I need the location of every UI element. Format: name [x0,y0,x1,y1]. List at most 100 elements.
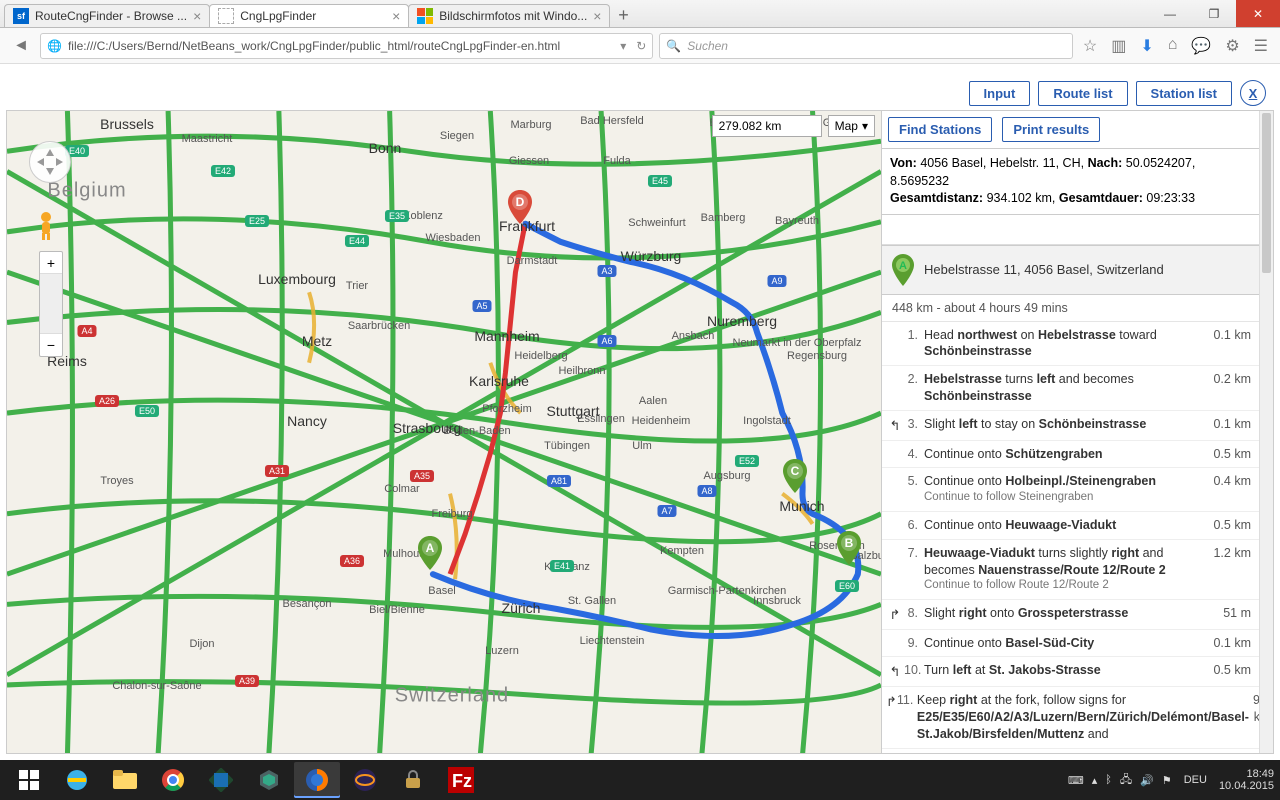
sidebar-scrollbar[interactable] [1259,111,1273,753]
maximize-button[interactable]: ❐ [1192,0,1236,27]
chrome-icon[interactable] [150,762,196,798]
clock-date: 10.04.2015 [1219,780,1274,792]
tab-1[interactable]: CngLpgFinder × [209,4,409,27]
home-icon[interactable]: ⌂ [1168,36,1178,56]
scrollbar-thumb[interactable] [1262,113,1271,273]
clock[interactable]: 18:49 10.04.2015 [1219,768,1274,792]
step-distance: 51 m [1197,605,1251,622]
zoom-in-button[interactable]: + [40,252,62,274]
step-text: Continue onto Holbeinpl./SteinengrabenCo… [924,473,1197,505]
map-marker-C[interactable]: C [783,459,807,493]
reload-icon[interactable]: ↻ [630,39,646,53]
filezilla-icon[interactable]: Fz [438,762,484,798]
step-distance: 0.5 km [1197,662,1251,679]
direction-step[interactable]: ↰10.Turn left at St. Jakobs-Strasse0.5 k… [882,657,1259,687]
route-summary: Von: 4056 Basel, Hebelstr. 11, CH, Nach:… [882,149,1259,215]
map-marker-A[interactable]: A [418,536,442,570]
browser-tabs: sf RouteCngFinder - Browse ... × CngLpgF… [0,0,1148,27]
url-dropdown-icon[interactable]: ▾ [616,39,630,53]
zoom-slider[interactable] [40,274,62,334]
map[interactable]: BrusselsBelgiumMaastrichtBonnKoblenzWies… [7,111,881,753]
find-stations-button[interactable]: Find Stations [888,117,992,142]
close-button[interactable]: ✕ [1236,0,1280,27]
url-text: file:///C:/Users/Bernd/NetBeans_work/Cng… [68,39,616,53]
tab-2[interactable]: Bildschirmfotos mit Windo... × [408,4,610,27]
vbox-icon[interactable] [198,762,244,798]
url-bar[interactable]: 🌐 file:///C:/Users/Bernd/NetBeans_work/C… [40,33,653,59]
direction-step[interactable]: 6.Continue onto Heuwaage-Viadukt0.5 km [882,512,1259,540]
netbeans-icon[interactable] [246,762,292,798]
tab-close-icon[interactable]: × [593,8,601,24]
zoom-out-button[interactable]: − [40,334,62,356]
step-text: Turn left at St. Jakobs-Strasse [924,662,1197,679]
direction-step[interactable]: 9.Continue onto Basel-Süd-City0.1 km [882,630,1259,658]
print-results-button[interactable]: Print results [1002,117,1100,142]
search-box[interactable]: 🔍 Suchen [659,33,1073,59]
step-distance: 0.1 km [1197,635,1251,652]
chat-icon[interactable]: 💬 [1191,36,1211,56]
window-titlebar: sf RouteCngFinder - Browse ... × CngLpgF… [0,0,1280,28]
nach-label: Nach: [1088,156,1123,170]
explorer-icon[interactable] [102,762,148,798]
direction-step[interactable]: 2.Hebelstrasse turns left and becomes Sc… [882,366,1259,411]
direction-step[interactable]: 1.Head northwest on Hebelstrasse toward … [882,322,1259,367]
eclipse-icon[interactable] [342,762,388,798]
map-zoom-control: + − [39,251,63,357]
pegman-icon[interactable] [35,211,57,241]
station-list-button[interactable]: Station list [1136,81,1232,106]
route-start[interactable]: A Hebelstrasse 11, 4056 Basel, Switzerla… [882,245,1259,295]
step-number: 4. [904,446,924,463]
browser-navbar: ◄ 🌐 file:///C:/Users/Bernd/NetBeans_work… [0,28,1280,64]
step-number: 11. [897,692,917,709]
map-type-label: Map [835,119,858,133]
input-button[interactable]: Input [969,81,1031,106]
map-marker-B[interactable]: B [837,531,861,565]
tab-close-icon[interactable]: × [392,8,400,24]
ie-icon[interactable] [54,762,100,798]
map-marker-D[interactable]: D [508,190,532,224]
network-icon[interactable]: 🖧 [1120,771,1132,790]
menu-icon[interactable]: ☰ [1254,36,1268,56]
direction-step[interactable]: 5.Continue onto Holbeinpl./Steinengraben… [882,468,1259,511]
step-distance: 0.5 km [1197,446,1251,463]
language-indicator[interactable]: DEU [1184,774,1207,786]
keyboard-icon[interactable]: ⌨ [1068,774,1084,787]
map-type-selector[interactable]: Map ▾ [828,115,875,137]
close-panel-button[interactable]: X [1240,80,1266,106]
tab-label: RouteCngFinder - Browse ... [35,9,187,23]
map-pan-control[interactable] [29,141,71,183]
start-button[interactable] [6,762,52,798]
library-icon[interactable]: ▥ [1111,36,1126,56]
lock-app-icon[interactable] [390,762,436,798]
app-controls: Input Route list Station list X [969,80,1266,106]
firefox-icon[interactable] [294,762,340,798]
volume-icon[interactable]: 🔊 [1140,774,1154,787]
search-icon: 🔍 [666,39,681,53]
bluetooth-icon[interactable]: ᛒ [1105,774,1112,786]
step-number: 5. [904,473,924,490]
tab-close-icon[interactable]: × [193,8,201,24]
direction-step[interactable]: 7.Heuwaage-Viadukt turns slightly right … [882,540,1259,600]
download-icon[interactable]: ⬇ [1140,36,1153,56]
back-button[interactable]: ◄ [8,33,34,59]
tab-0[interactable]: sf RouteCngFinder - Browse ... × [4,4,210,27]
window-buttons: — ❐ ✕ [1148,0,1280,27]
new-tab-button[interactable]: + [609,4,637,27]
direction-step[interactable]: 4.Continue onto Schützengraben0.5 km [882,441,1259,469]
tray-chevron-icon[interactable]: ▴ [1092,774,1098,787]
minimize-button[interactable]: — [1148,0,1192,27]
flag-icon[interactable]: ⚑ [1162,774,1172,787]
addon-icon[interactable]: ⚙ [1225,36,1239,56]
svg-text:Fz: Fz [452,771,472,791]
svg-text:A: A [899,260,907,272]
direction-step[interactable]: ↰3.Slight left to stay on Schönbeinstras… [882,411,1259,441]
direction-step[interactable]: ↱8.Slight right onto Grosspeterstrasse51… [882,600,1259,630]
toolbar-icons: ☆ ▥ ⬇ ⌂ 💬 ⚙ ☰ [1079,36,1272,56]
system-tray[interactable]: ⌨ ▴ ᛒ 🖧 🔊 ⚑ [1068,771,1172,790]
bookmark-icon[interactable]: ☆ [1083,36,1097,56]
step-number: 9. [904,635,924,652]
maneuver-icon [886,545,904,546]
route-list-button[interactable]: Route list [1038,81,1127,106]
direction-step[interactable]: ↱11.Keep right at the fork, follow signs… [882,687,1259,749]
step-text: Slight left to stay on Schönbeinstrasse [924,416,1197,433]
